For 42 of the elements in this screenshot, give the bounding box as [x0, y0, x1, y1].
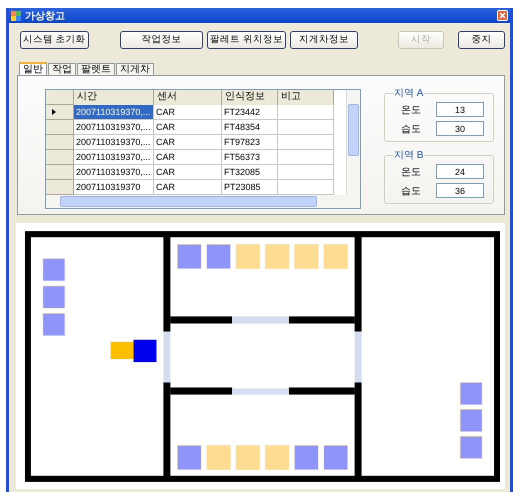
toolbar-button[interactable]: 지게차정보 — [290, 30, 358, 48]
table-cell: FT32085 — [222, 165, 278, 180]
table-cell: FT56373 — [222, 150, 278, 165]
table-cell: CAR — [154, 120, 222, 135]
table-cell: CAR — [154, 180, 222, 195]
table-cell: CAR — [154, 165, 222, 180]
group-title: 지역 B — [393, 149, 424, 162]
table-cell: CAR — [154, 105, 222, 120]
input-field[interactable]: 24 — [436, 164, 484, 179]
table-cell: FT23442 — [222, 105, 278, 120]
toolbar-button[interactable]: 작업정보 — [120, 30, 204, 48]
tab[interactable]: 일반 — [19, 62, 47, 75]
table-cell: 2007110319370 — [74, 180, 154, 195]
input-field[interactable]: 36 — [436, 183, 484, 198]
column-header[interactable]: 비고 — [278, 90, 334, 105]
toolbar-button[interactable]: 중지 — [458, 30, 506, 48]
field-label: 온도 — [400, 166, 421, 178]
table-cell: CAR — [154, 135, 222, 150]
toolbar-button[interactable]: 팔레트 위치정보 — [207, 30, 286, 48]
field-label: 습도 — [400, 184, 421, 198]
tab[interactable]: 지게차 — [116, 63, 154, 75]
column-header[interactable]: 인식정보 — [222, 90, 278, 105]
field-label: 습도 — [400, 122, 421, 136]
table-cell: 2007110319370,... — [74, 135, 154, 150]
table-cell: 2007110319370,... — [74, 120, 154, 135]
tab[interactable]: 팔렛트 — [77, 63, 115, 75]
table-cell: 2007110319370,... — [74, 105, 154, 120]
input-field[interactable]: 13 — [436, 102, 484, 117]
table-cell: 2007110319370,... — [74, 150, 154, 165]
window-title: 가상창고 — [25, 10, 66, 22]
table-cell: CAR — [154, 150, 222, 165]
group-title: 지역 A — [393, 87, 424, 100]
column-header[interactable]: 센서 — [154, 90, 222, 105]
tab[interactable]: 작업 — [48, 63, 76, 75]
field-label: 온도 — [400, 104, 421, 116]
table-cell: FT48354 — [222, 120, 278, 135]
table-cell: 2007110319370,... — [74, 165, 154, 180]
table-cell: FT97823 — [222, 135, 278, 150]
column-header[interactable]: 시간 — [74, 90, 154, 105]
table-cell: PT23085 — [222, 180, 278, 195]
input-field[interactable]: 30 — [436, 121, 484, 136]
toolbar-button[interactable]: 시스템 초기화 — [20, 30, 89, 48]
